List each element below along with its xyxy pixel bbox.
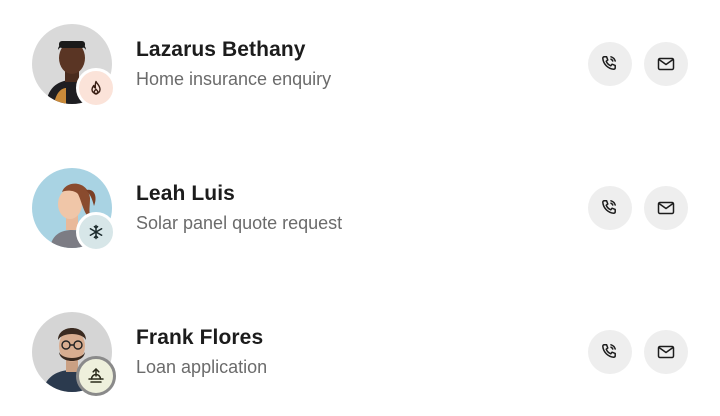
contact-text: Frank Flores Loan application xyxy=(136,326,267,378)
contact-name: Lazarus Bethany xyxy=(136,38,306,61)
sunrise-icon xyxy=(87,367,105,385)
contact-subtitle: Solar panel quote request xyxy=(136,213,343,233)
contact-subtitle: Home insurance enquiry xyxy=(136,69,332,89)
contact-name: Leah Luis xyxy=(136,182,235,205)
email-button[interactable] xyxy=(644,186,688,230)
contact-row[interactable]: Frank Flores Loan application xyxy=(0,308,720,398)
contact-row[interactable]: Lazarus Bethany Home insurance enquiry xyxy=(0,20,720,110)
avatar-group xyxy=(32,312,116,396)
phone-icon xyxy=(600,198,620,218)
call-button[interactable] xyxy=(588,330,632,374)
status-badge xyxy=(76,68,116,108)
mail-icon xyxy=(656,342,676,362)
phone-icon xyxy=(600,342,620,362)
contact-row[interactable]: Leah Luis Solar panel quote request xyxy=(0,164,720,254)
contact-list: Lazarus Bethany Home insurance enquiry L… xyxy=(0,0,720,416)
avatar-group xyxy=(32,168,116,252)
status-badge xyxy=(76,212,116,252)
contact-subtitle: Loan application xyxy=(136,357,268,377)
phone-icon xyxy=(600,54,620,74)
avatar-group xyxy=(32,24,116,108)
contact-actions xyxy=(588,186,688,230)
status-badge xyxy=(76,356,116,396)
call-button[interactable] xyxy=(588,186,632,230)
snowflake-icon xyxy=(88,224,104,240)
email-button[interactable] xyxy=(644,330,688,374)
contact-text: Leah Luis Solar panel quote request xyxy=(136,182,342,234)
mail-icon xyxy=(656,54,676,74)
contact-name: Frank Flores xyxy=(136,326,264,349)
call-button[interactable] xyxy=(588,42,632,86)
email-button[interactable] xyxy=(644,42,688,86)
mail-icon xyxy=(656,198,676,218)
contact-actions xyxy=(588,42,688,86)
contact-actions xyxy=(588,330,688,374)
flame-icon xyxy=(88,80,104,96)
contact-text: Lazarus Bethany Home insurance enquiry xyxy=(136,38,331,90)
